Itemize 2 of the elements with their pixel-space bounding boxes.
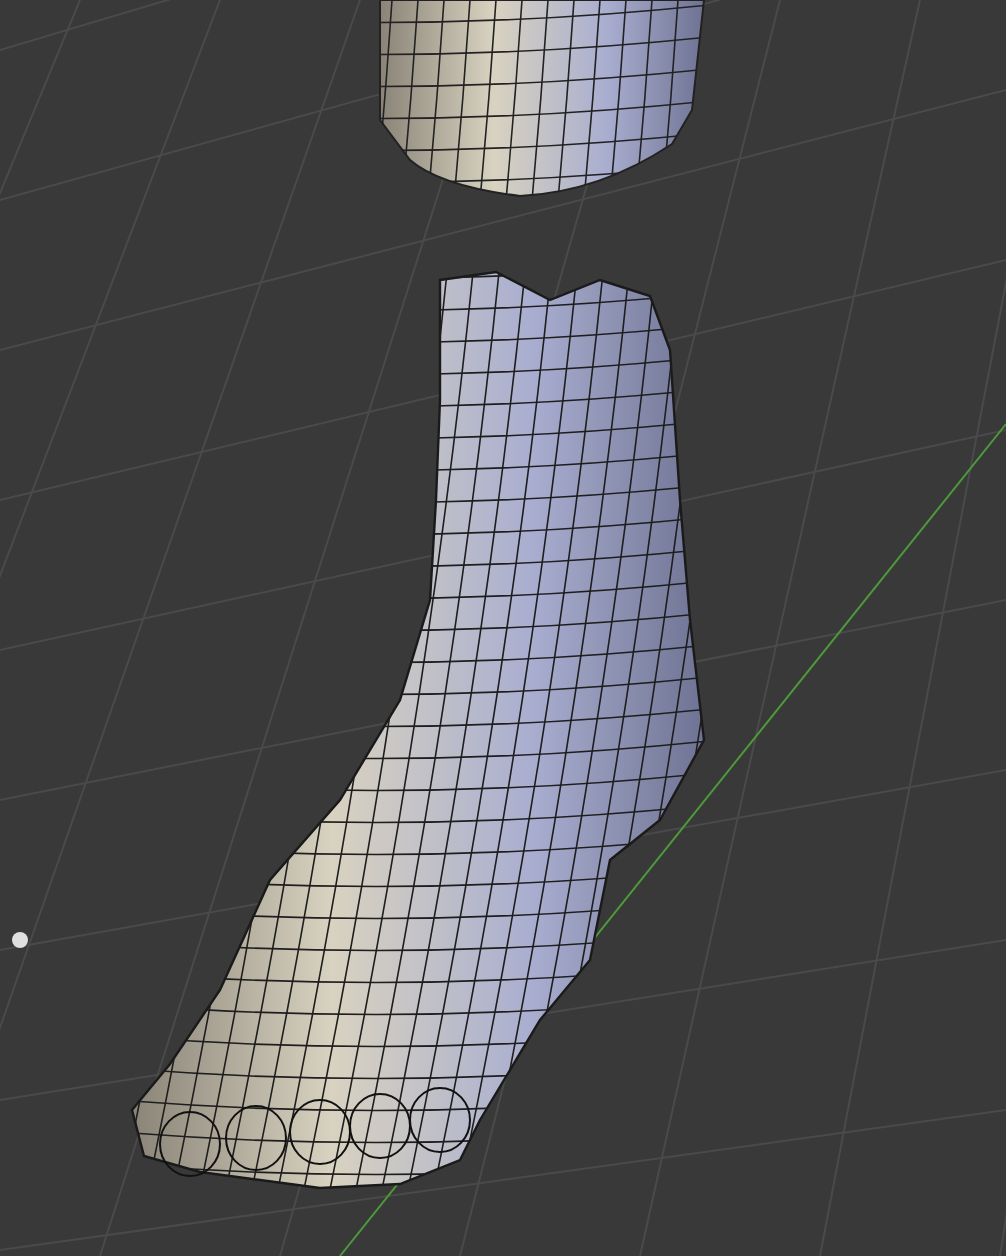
3d-viewport[interactable]: [0, 0, 1006, 1256]
light-dot-icon: [12, 932, 28, 948]
